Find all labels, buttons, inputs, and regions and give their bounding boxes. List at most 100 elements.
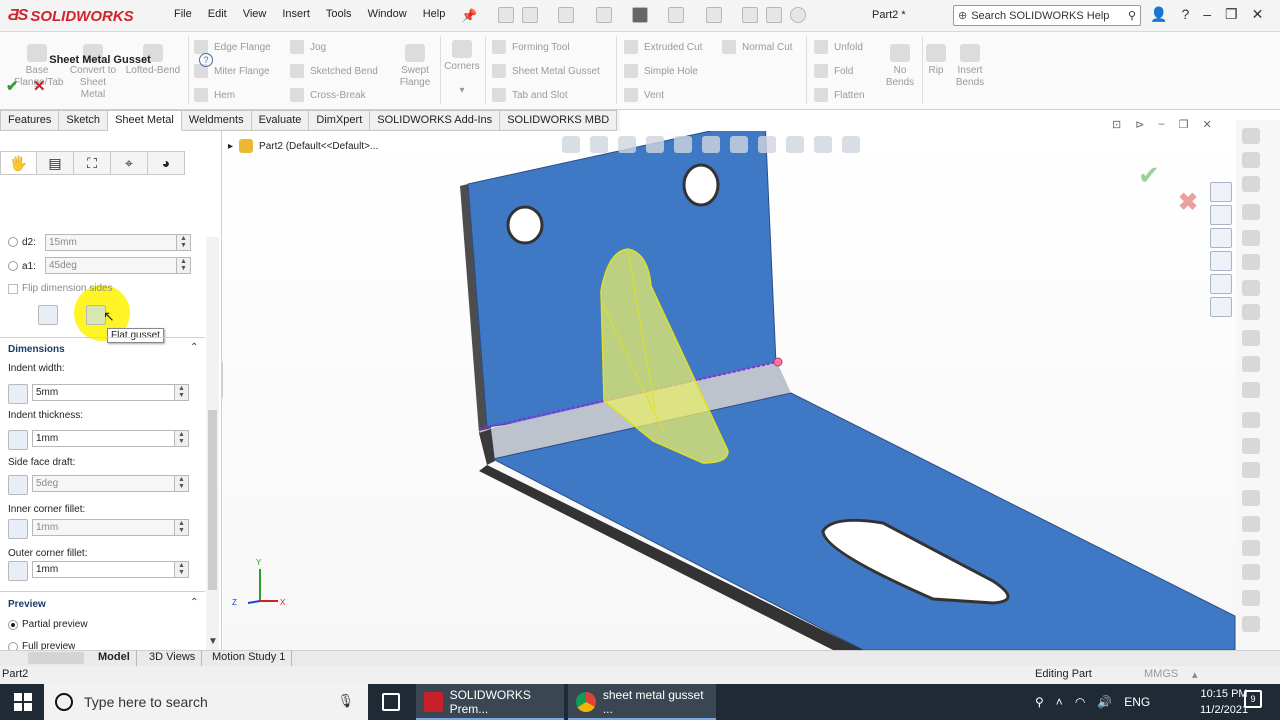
feature-tree-flyout[interactable]: ▸ Part2 (Default<<Default>... (228, 139, 378, 153)
custom-properties-icon[interactable] (1210, 297, 1232, 317)
spinner-arrows[interactable]: ▲ ▼ (174, 562, 188, 577)
indent-thickness-field[interactable]: 1mm ▲ ▼ (32, 430, 189, 447)
cross-break-button[interactable]: Cross-Break (290, 88, 366, 102)
help-icon[interactable]: ? (199, 53, 213, 67)
view-orientation-icon[interactable] (702, 136, 720, 153)
viewport-minimize-icon[interactable]: – (1158, 118, 1164, 131)
toolbar-icon[interactable] (1242, 204, 1260, 220)
toolbar-icon[interactable] (1242, 438, 1260, 454)
viewport-restore-icon[interactable]: ⊡ (1112, 118, 1121, 131)
section-view-icon[interactable] (646, 136, 664, 153)
scrollbar-thumb[interactable] (208, 410, 217, 590)
menu-tools[interactable]: Tools (318, 8, 360, 20)
toolbar-icon[interactable] (1242, 128, 1260, 144)
tab-evaluate[interactable]: Evaluate (251, 110, 310, 131)
volume-icon[interactable]: 🔊 (1097, 695, 1112, 709)
status-units[interactable]: MMGS (1144, 668, 1178, 680)
toolbar-icon[interactable] (1242, 356, 1260, 372)
toolbar-icon[interactable] (1242, 412, 1260, 428)
scene-icon[interactable] (814, 136, 832, 153)
partial-preview-radio[interactable] (8, 620, 18, 630)
print-icon[interactable] (632, 7, 648, 23)
insert-bends-button[interactable]: Insert Bends (950, 44, 990, 89)
spinner-arrows[interactable]: ▲ ▼ (174, 431, 188, 446)
simple-hole-button[interactable]: Simple Hole (624, 64, 698, 78)
view-palette-icon[interactable] (1210, 251, 1232, 271)
new-document-icon[interactable] (522, 7, 538, 23)
convert-to-sheet-metal-button[interactable]: Convert to Sheet Metal (68, 44, 118, 101)
fold-button[interactable]: Fold (814, 64, 853, 78)
select-icon[interactable] (706, 7, 722, 23)
toolbar-icon[interactable] (1242, 230, 1260, 246)
design-library-icon[interactable] (1210, 205, 1232, 225)
display-manager-icon[interactable]: ◕ (148, 151, 185, 175)
chevron-down-icon[interactable]: ▾ (442, 85, 482, 97)
toolbar-icon[interactable] (1242, 516, 1260, 532)
units-chevron-icon[interactable]: ▴ (1192, 668, 1198, 681)
tab-motion-study[interactable]: Motion Study 1 (206, 650, 293, 666)
help-icon[interactable]: ? (1181, 6, 1189, 23)
edge-flange-button[interactable]: Edge Flange (194, 40, 271, 54)
file-properties-icon[interactable] (766, 7, 782, 23)
microphone-icon[interactable]: 🎙 (337, 693, 354, 709)
menu-insert[interactable]: Insert (274, 8, 318, 20)
outer-fillet-icon[interactable] (8, 561, 28, 581)
collapse-icon[interactable]: ⌃ (190, 342, 198, 353)
notifications-icon[interactable]: 9 (1244, 690, 1262, 708)
jog-button[interactable]: Jog (290, 40, 326, 54)
spinner-arrows[interactable]: ▲ ▼ (174, 520, 188, 535)
a1-field[interactable]: 45deg ▲ ▼ (45, 257, 191, 274)
rebuild-icon[interactable] (742, 7, 758, 23)
inner-fillet-field[interactable]: 1mm ▲ ▼ (32, 519, 189, 536)
tab-sketch[interactable]: Sketch (59, 110, 109, 131)
sketched-bend-button[interactable]: Sketched Bend (290, 64, 378, 78)
toolbar-icon[interactable] (1242, 280, 1260, 296)
toolbar-icon[interactable] (1242, 254, 1260, 270)
open-icon[interactable] (558, 7, 574, 23)
expand-arrow-icon[interactable]: ▸ (228, 141, 233, 152)
viewport-maximize-icon[interactable]: ❐ (1179, 118, 1189, 131)
menu-help[interactable]: Help (415, 8, 454, 20)
taskbar-app-solidworks[interactable]: SOLIDWORKS Prem... (416, 684, 564, 720)
toolbar-icon[interactable] (1242, 382, 1260, 398)
toolbar-icon[interactable] (1242, 330, 1260, 346)
spinner-arrows[interactable]: ▲ ▼ (174, 476, 188, 491)
d2-radio[interactable] (8, 237, 18, 247)
unfold-button[interactable]: Unfold (814, 40, 863, 54)
dimensions-header[interactable]: Dimensions (8, 344, 65, 355)
task-view-icon[interactable] (382, 693, 400, 711)
side-face-draft-icon[interactable] (8, 475, 28, 495)
swept-flange-button[interactable]: Swept Flange (394, 44, 436, 89)
confirm-ok-icon[interactable]: ✔ (1138, 160, 1160, 191)
side-face-draft-field[interactable]: 5deg ▲ ▼ (32, 475, 189, 492)
restore-button[interactable]: ❐ (1225, 6, 1238, 23)
chevron-up-icon[interactable]: ˄ (1056, 695, 1063, 709)
property-manager-icon[interactable]: ▤ (37, 151, 74, 175)
cortana-icon[interactable] (55, 693, 73, 711)
model-viewport[interactable]: Y X Z (223, 131, 1280, 650)
ok-button[interactable]: ✔ (6, 77, 19, 95)
minimize-button[interactable]: – (1203, 6, 1211, 23)
tab-solidworks-addins[interactable]: SOLIDWORKS Add-Ins (370, 110, 501, 131)
profile-gusset-icon[interactable] (38, 305, 58, 325)
tab-solidworks-mbd[interactable]: SOLIDWORKS MBD (500, 110, 618, 131)
people-icon[interactable]: ⚲ (1035, 695, 1044, 709)
language-indicator[interactable]: ENG (1124, 695, 1150, 709)
tab-dimxpert[interactable]: DimXpert (309, 110, 371, 131)
corners-button[interactable]: Corners ▾ (442, 40, 482, 97)
d2-field[interactable]: 15mm ▲ ▼ (45, 234, 191, 251)
confirm-cancel-icon[interactable]: ✖ (1178, 188, 1198, 217)
user-icon[interactable]: 👤 (1150, 6, 1167, 23)
spinner-arrows[interactable]: ▲ ▼ (176, 258, 190, 273)
a1-radio[interactable] (8, 261, 18, 271)
taskbar-search-input[interactable]: Type here to search 🎙 (44, 684, 368, 720)
toolbar-icon[interactable] (1242, 616, 1260, 632)
configuration-manager-icon[interactable]: ⛶ (74, 151, 111, 175)
forming-tool-button[interactable]: Forming Tool (492, 40, 570, 54)
toolbar-icon[interactable] (1242, 564, 1260, 580)
toolbar-icon[interactable] (1242, 540, 1260, 556)
normal-cut-button[interactable]: Normal Cut (722, 40, 793, 54)
indent-width-field[interactable]: 5mm ▲ ▼ (32, 384, 189, 401)
toolbar-icon[interactable] (1242, 462, 1260, 478)
windows-start-icon[interactable] (14, 693, 32, 711)
